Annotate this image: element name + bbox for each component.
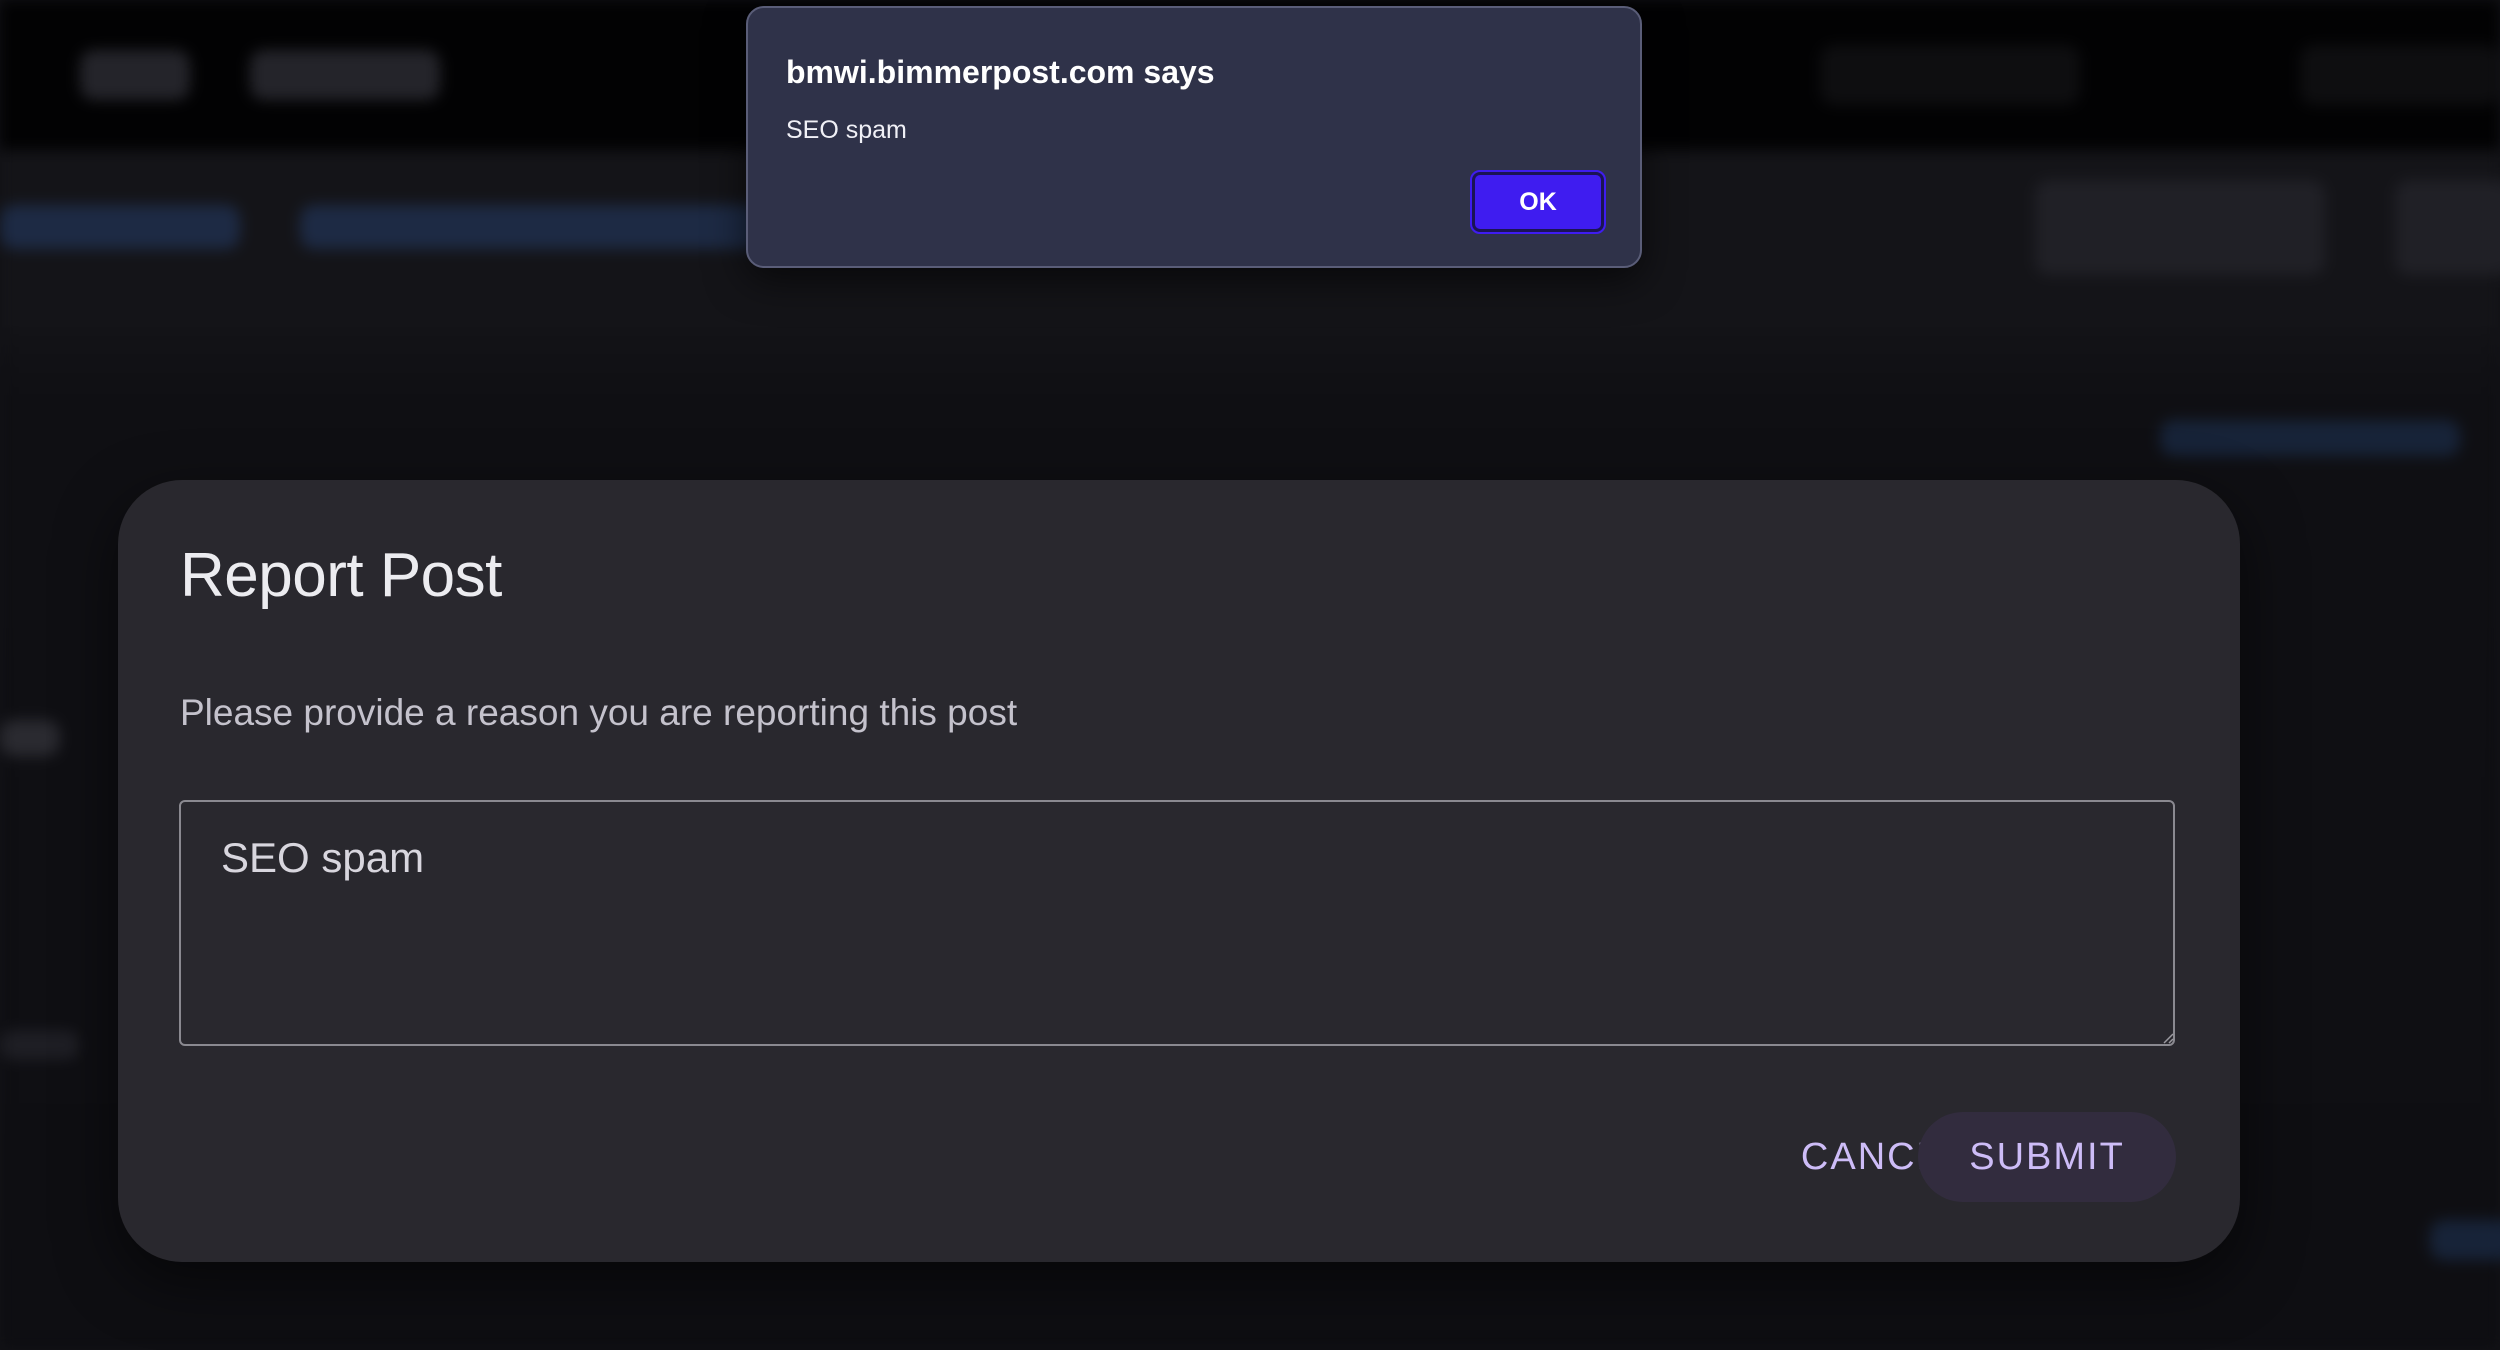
background-link [2160, 420, 2460, 456]
resize-handle-icon[interactable] [2162, 1032, 2174, 1044]
background-user-chip [2300, 45, 2500, 105]
background-nav-item [250, 50, 440, 100]
report-reason-textarea[interactable]: SEO spam [179, 800, 2175, 1046]
background-nav-item [80, 50, 190, 100]
browser-alert-dialog: bmwi.bimmerpost.com says SEO spam OK [746, 6, 1642, 268]
dialog-title: Report Post [180, 541, 502, 610]
submit-button[interactable]: SUBMIT [1918, 1112, 2176, 1202]
background-footer-link [2430, 1220, 2500, 1260]
background-breadcrumb [300, 205, 760, 249]
background-side-text [0, 720, 60, 756]
alert-ok-button[interactable]: OK [1470, 170, 1606, 234]
background-side-text [0, 1030, 80, 1060]
report-post-dialog: Report Post Please provide a reason you … [118, 480, 2240, 1262]
background-action-button [2395, 180, 2500, 275]
alert-title: bmwi.bimmerpost.com says [786, 54, 1215, 90]
alert-message: SEO spam [786, 116, 907, 144]
background-search [1820, 45, 2080, 105]
background-subscribe-button [2035, 180, 2325, 275]
background-breadcrumb [0, 205, 240, 249]
dialog-description: Please provide a reason you are reportin… [180, 692, 1018, 733]
